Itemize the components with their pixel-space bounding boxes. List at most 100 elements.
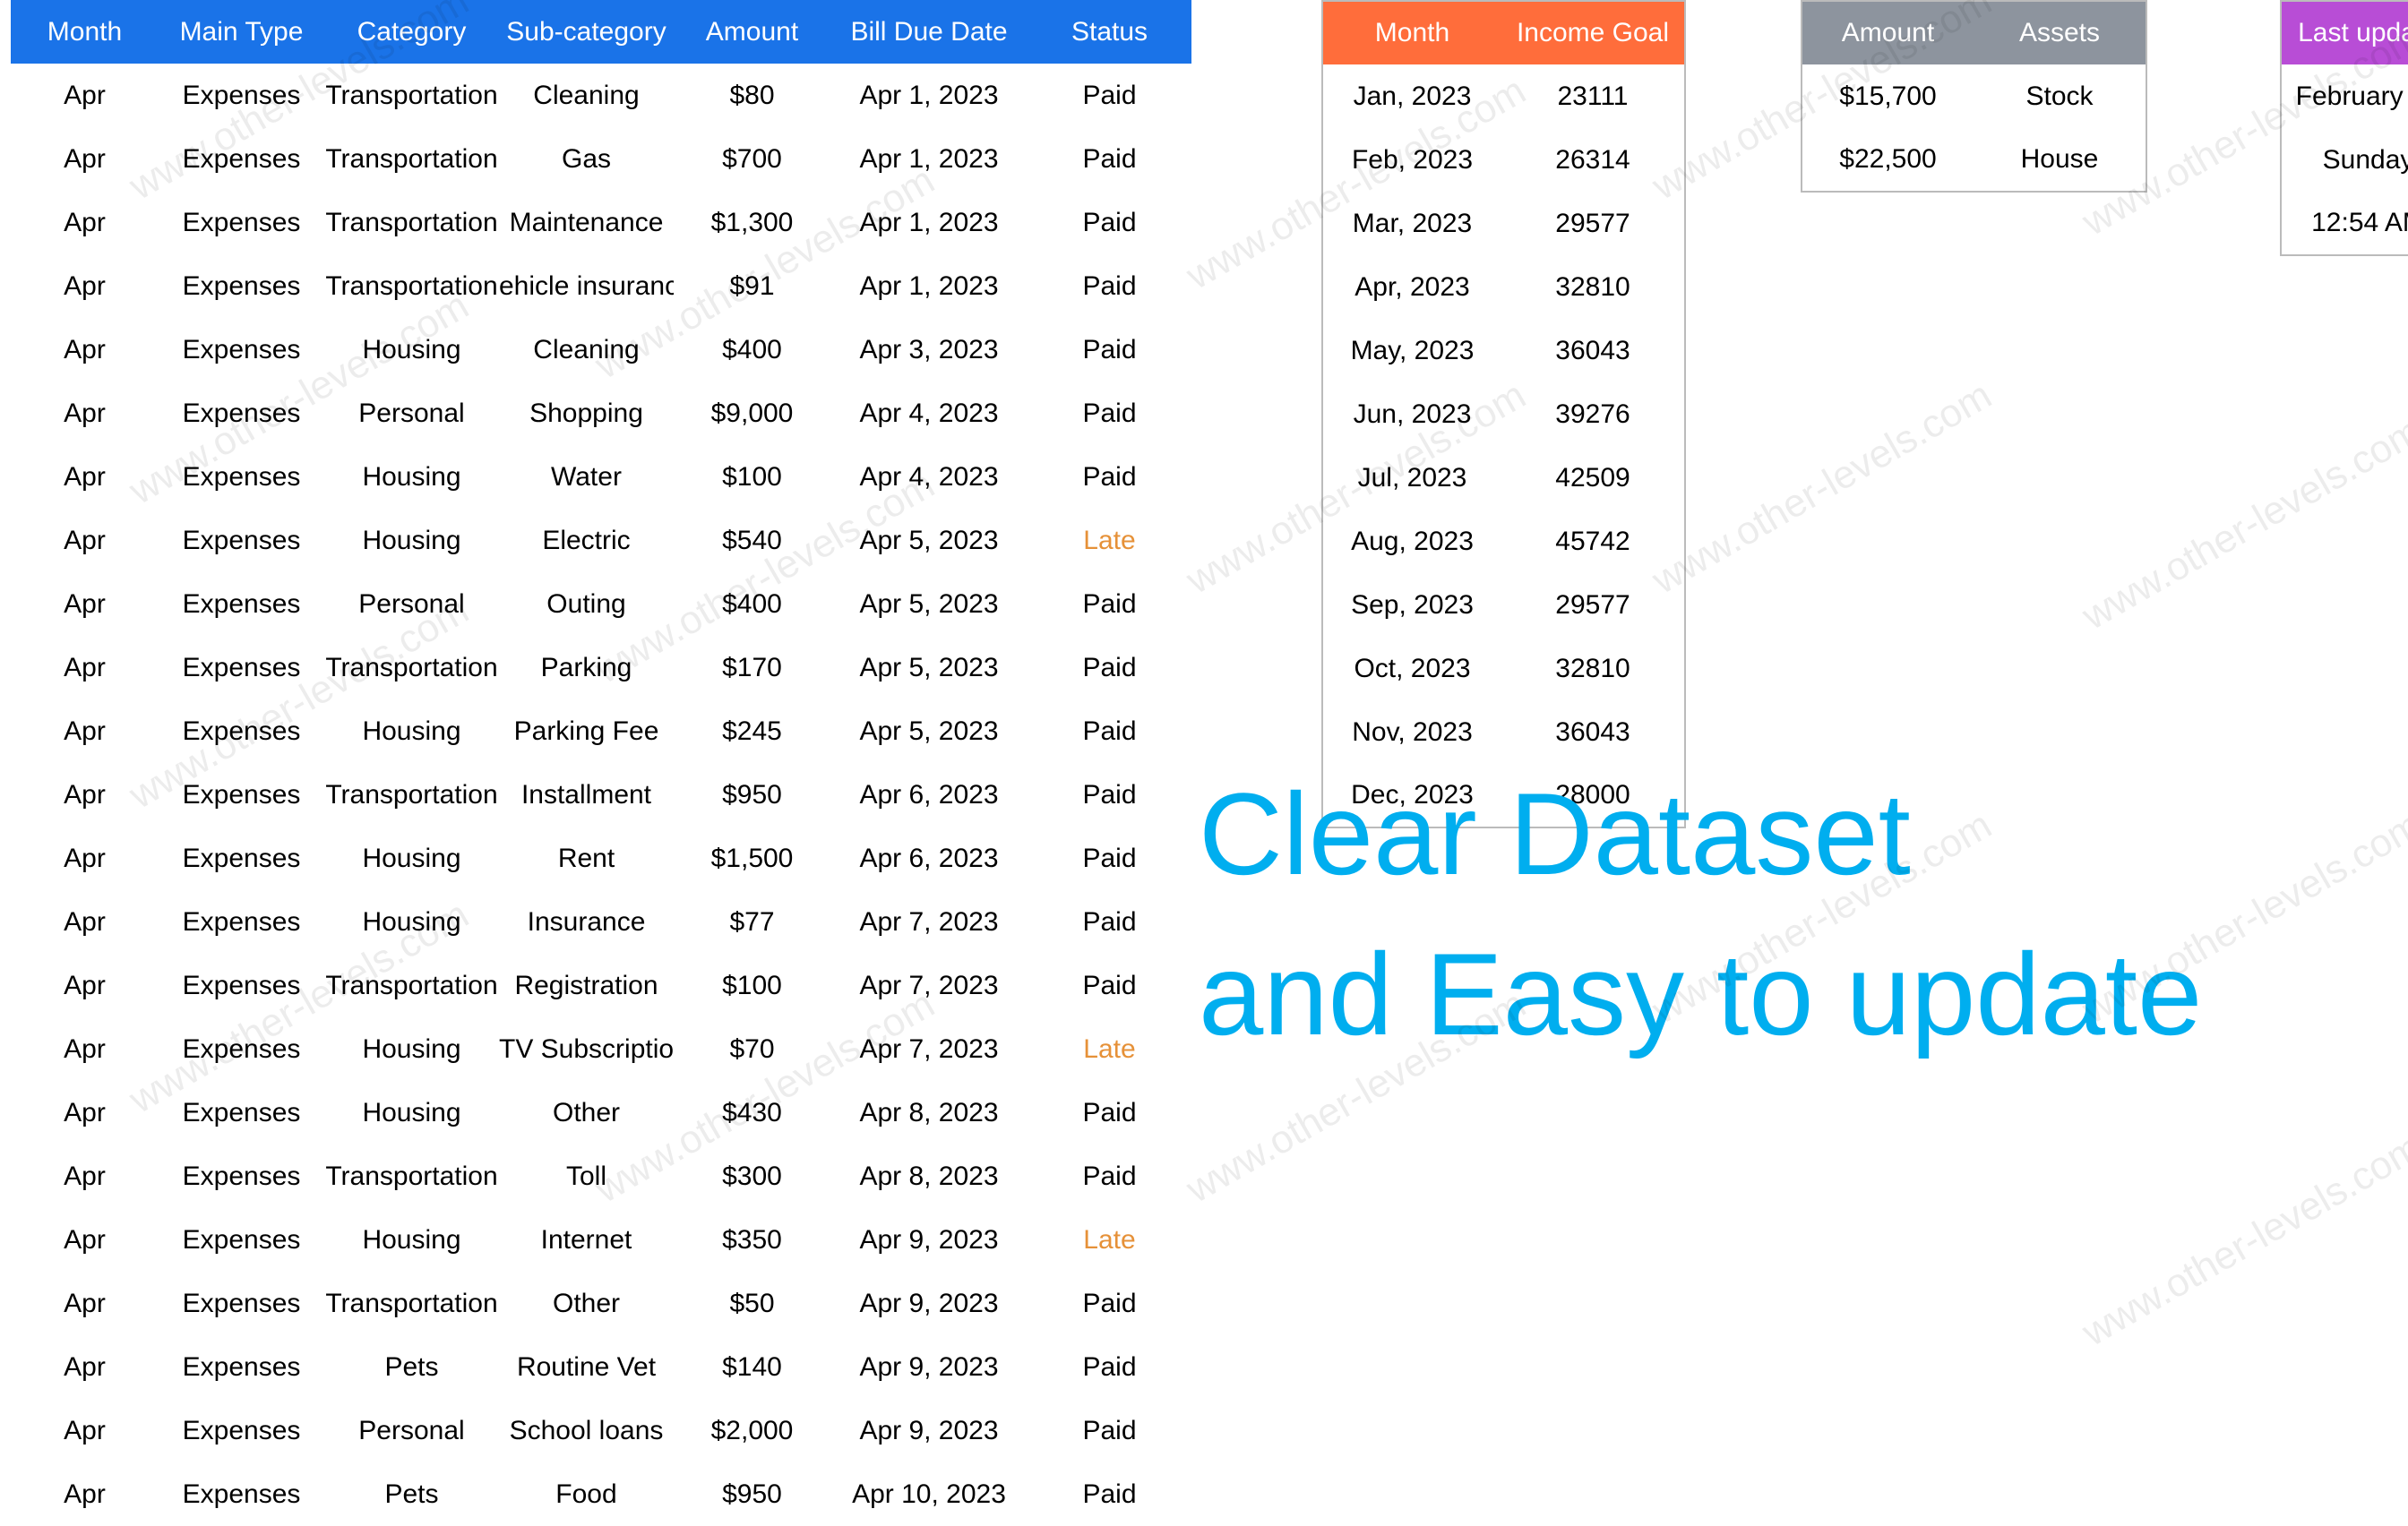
table-row: AprExpensesHousingOther$430Apr 8, 2023Pa…	[11, 1081, 1191, 1144]
cell-main-type: Expenses	[159, 445, 324, 509]
cell-status: Paid	[1028, 699, 1191, 763]
cell-category: Housing	[324, 318, 499, 382]
cell-category: Pets	[324, 1335, 499, 1399]
cell-month: Apr	[11, 636, 159, 699]
table-row: AprExpensesTransportationRegistration$10…	[11, 954, 1191, 1017]
cell-income-goal: 32810	[1501, 637, 1685, 700]
table-row: $15,700Stock	[1802, 64, 2146, 128]
table-row: AprExpensesTransportationehicle insuranc…	[11, 254, 1191, 318]
cell-amount: $91	[674, 254, 830, 318]
cell-month: Apr	[11, 1144, 159, 1208]
cell-main-type: Expenses	[159, 1335, 324, 1399]
cell-sub-category: Maintenance	[499, 191, 674, 254]
cell-main-type: Expenses	[159, 699, 324, 763]
cell-month: Apr	[11, 1272, 159, 1335]
cell-main-type: Expenses	[159, 890, 324, 954]
table-row: AprExpensesHousingRent$1,500Apr 6, 2023P…	[11, 827, 1191, 890]
col-income-month: Month	[1322, 1, 1501, 64]
cell-amount: $430	[674, 1081, 830, 1144]
table-row: AprExpensesPetsFood$950Apr 10, 2023Paid	[11, 1462, 1191, 1526]
cell-status: Paid	[1028, 1335, 1191, 1399]
cell-status: Paid	[1028, 890, 1191, 954]
cell-income-month: May, 2023	[1322, 319, 1501, 382]
cell-category: Transportation	[324, 191, 499, 254]
cell-category: Housing	[324, 445, 499, 509]
cell-category: Housing	[324, 890, 499, 954]
cell-main-type: Expenses	[159, 1462, 324, 1526]
cell-update-value: February 05	[2281, 64, 2408, 128]
cell-income-month: Apr, 2023	[1322, 255, 1501, 319]
table-row: $22,500House	[1802, 128, 2146, 192]
expenses-table: Month Main Type Category Sub-category Am…	[11, 0, 1191, 1526]
cell-month: Apr	[11, 1208, 159, 1272]
cell-status: Paid	[1028, 1462, 1191, 1526]
cell-main-type: Expenses	[159, 1081, 324, 1144]
table-row: AprExpensesHousingInternet$350Apr 9, 202…	[11, 1208, 1191, 1272]
income-goal-table: Month Income Goal Jan, 202323111Feb, 202…	[1321, 0, 1686, 828]
cell-month: Apr	[11, 1017, 159, 1081]
cell-income-goal: 29577	[1501, 573, 1685, 637]
cell-main-type: Expenses	[159, 827, 324, 890]
cell-bill-due-date: Apr 1, 2023	[830, 191, 1028, 254]
table-row: Sunday	[2281, 128, 2408, 192]
cell-month: Apr	[11, 1335, 159, 1399]
cell-main-type: Expenses	[159, 127, 324, 191]
cell-amount: $700	[674, 127, 830, 191]
cell-month: Apr	[11, 890, 159, 954]
last-update-table: Last update February 05Sunday12:54 AM	[2280, 0, 2408, 256]
cell-category: Transportation	[324, 127, 499, 191]
cell-status: Paid	[1028, 382, 1191, 445]
cell-category: Personal	[324, 1399, 499, 1462]
cell-status: Paid	[1028, 572, 1191, 636]
col-month: Month	[11, 0, 159, 64]
table-row: Oct, 202332810	[1322, 637, 1685, 700]
cell-amount: $300	[674, 1144, 830, 1208]
cell-sub-category: Cleaning	[499, 318, 674, 382]
cell-status: Late	[1028, 1208, 1191, 1272]
cell-main-type: Expenses	[159, 1017, 324, 1081]
cell-main-type: Expenses	[159, 254, 324, 318]
cell-amount: $9,000	[674, 382, 830, 445]
table-row: May, 202336043	[1322, 319, 1685, 382]
cell-bill-due-date: Apr 7, 2023	[830, 954, 1028, 1017]
cell-category: Transportation	[324, 954, 499, 1017]
cell-status: Paid	[1028, 636, 1191, 699]
cell-category: Housing	[324, 1017, 499, 1081]
cell-status: Late	[1028, 1017, 1191, 1081]
cell-sub-category: Outing	[499, 572, 674, 636]
table-row: AprExpensesTransportationCleaning$80Apr …	[11, 64, 1191, 127]
col-category: Category	[324, 0, 499, 64]
col-main-type: Main Type	[159, 0, 324, 64]
cell-category: Transportation	[324, 64, 499, 127]
cell-asset-name: House	[1974, 128, 2146, 192]
table-row: Feb, 202326314	[1322, 128, 1685, 192]
cell-category: Transportation	[324, 636, 499, 699]
col-income-goal: Income Goal	[1501, 1, 1685, 64]
cell-amount: $400	[674, 572, 830, 636]
col-sub-category: Sub-category	[499, 0, 674, 64]
cell-category: Pets	[324, 1462, 499, 1526]
cell-amount: $170	[674, 636, 830, 699]
cell-month: Apr	[11, 445, 159, 509]
cell-sub-category: Other	[499, 1272, 674, 1335]
table-row: Jun, 202339276	[1322, 382, 1685, 446]
cell-income-month: Sep, 2023	[1322, 573, 1501, 637]
col-asset-amount: Amount	[1802, 1, 1974, 64]
cell-sub-category: Gas	[499, 127, 674, 191]
income-header-row: Month Income Goal	[1322, 1, 1685, 64]
cell-sub-category: Shopping	[499, 382, 674, 445]
cell-bill-due-date: Apr 10, 2023	[830, 1462, 1028, 1526]
cell-month: Apr	[11, 127, 159, 191]
cell-income-month: Jun, 2023	[1322, 382, 1501, 446]
cell-bill-due-date: Apr 1, 2023	[830, 127, 1028, 191]
cell-asset-name: Stock	[1974, 64, 2146, 128]
cell-status: Paid	[1028, 64, 1191, 127]
cell-income-month: Jul, 2023	[1322, 446, 1501, 510]
cell-bill-due-date: Apr 9, 2023	[830, 1399, 1028, 1462]
cell-month: Apr	[11, 191, 159, 254]
cell-status: Paid	[1028, 1272, 1191, 1335]
cell-main-type: Expenses	[159, 1272, 324, 1335]
cell-category: Housing	[324, 1208, 499, 1272]
cell-bill-due-date: Apr 4, 2023	[830, 445, 1028, 509]
cell-sub-category: Parking	[499, 636, 674, 699]
